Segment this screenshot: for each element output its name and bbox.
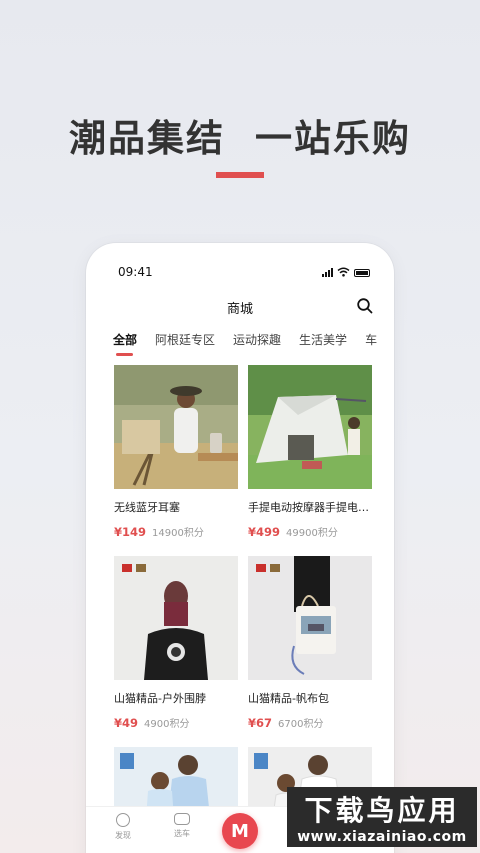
category-tabs: 全部 阿根廷专区 运动探趣 生活美学 车: [113, 331, 393, 356]
center-action-button[interactable]: M: [222, 813, 258, 849]
tab-lifestyle[interactable]: 生活美学: [299, 331, 347, 348]
product-image: [114, 365, 238, 489]
product-name: 手提电动按摩器手提电动按摩器: [248, 501, 372, 514]
nav-discover-label: 发现: [115, 831, 131, 840]
tab-car[interactable]: 车: [365, 331, 377, 348]
product-name: 山猫精品-户外围脖: [114, 692, 206, 705]
watermark: 下载鸟应用 www.xiazainiao.com: [287, 787, 477, 847]
product-name: 无线蓝牙耳塞: [114, 501, 180, 514]
product-price: ¥49: [114, 716, 139, 730]
phone-frame: 09:41 商城 全部 阿根廷专区 运动探趣 生活美学 车 无线蓝牙耳塞 ¥14…: [86, 243, 394, 853]
watermark-url: www.xiazainiao.com: [297, 829, 467, 845]
title-bar: 商城: [86, 295, 394, 319]
product-name: 山猫精品-帆布包: [248, 692, 329, 705]
product-points: 14900积分: [152, 528, 204, 539]
tab-all[interactable]: 全部: [113, 331, 137, 356]
nav-select-car[interactable]: 选车: [162, 813, 202, 839]
headline-underline: [216, 172, 264, 178]
product-image: [114, 556, 238, 680]
tab-argentina[interactable]: 阿根廷专区: [155, 331, 215, 348]
car-icon: [174, 813, 190, 825]
product-price: ¥67: [248, 716, 273, 730]
product-price: ¥149: [114, 525, 147, 539]
product-card[interactable]: 无线蓝牙耳塞 ¥149 14900积分: [114, 365, 238, 539]
status-bar: 09:41: [86, 243, 394, 299]
product-card[interactable]: 山猫精品-户外围脖 ¥49 4900积分: [114, 556, 238, 730]
status-icons: [322, 267, 370, 277]
signal-icon: [322, 268, 333, 277]
headline-left: 潮品集结: [69, 117, 225, 160]
nav-discover[interactable]: 发现: [103, 813, 143, 841]
product-image: [248, 556, 372, 680]
product-price: ¥499: [248, 525, 281, 539]
compass-icon: [116, 813, 130, 827]
status-time: 09:41: [118, 265, 153, 279]
product-image: [248, 365, 372, 489]
page-title: 商城: [226, 302, 253, 317]
tab-sports[interactable]: 运动探趣: [233, 331, 281, 348]
battery-icon: [354, 269, 370, 277]
headline: 潮品集结 一站乐购: [0, 108, 480, 162]
product-points: 6700积分: [278, 719, 324, 730]
product-points: 49900积分: [286, 528, 338, 539]
watermark-title: 下载鸟应用: [304, 794, 460, 827]
search-icon[interactable]: [356, 297, 374, 315]
nav-select-car-label: 选车: [174, 829, 190, 838]
product-card[interactable]: 手提电动按摩器手提电动按摩器 ¥499 49900积分: [248, 365, 372, 539]
product-points: 4900积分: [144, 719, 190, 730]
headline-right: 一站乐购: [255, 117, 411, 160]
wifi-icon: [337, 267, 350, 277]
product-card[interactable]: 山猫精品-帆布包 ¥67 6700积分: [248, 556, 372, 730]
